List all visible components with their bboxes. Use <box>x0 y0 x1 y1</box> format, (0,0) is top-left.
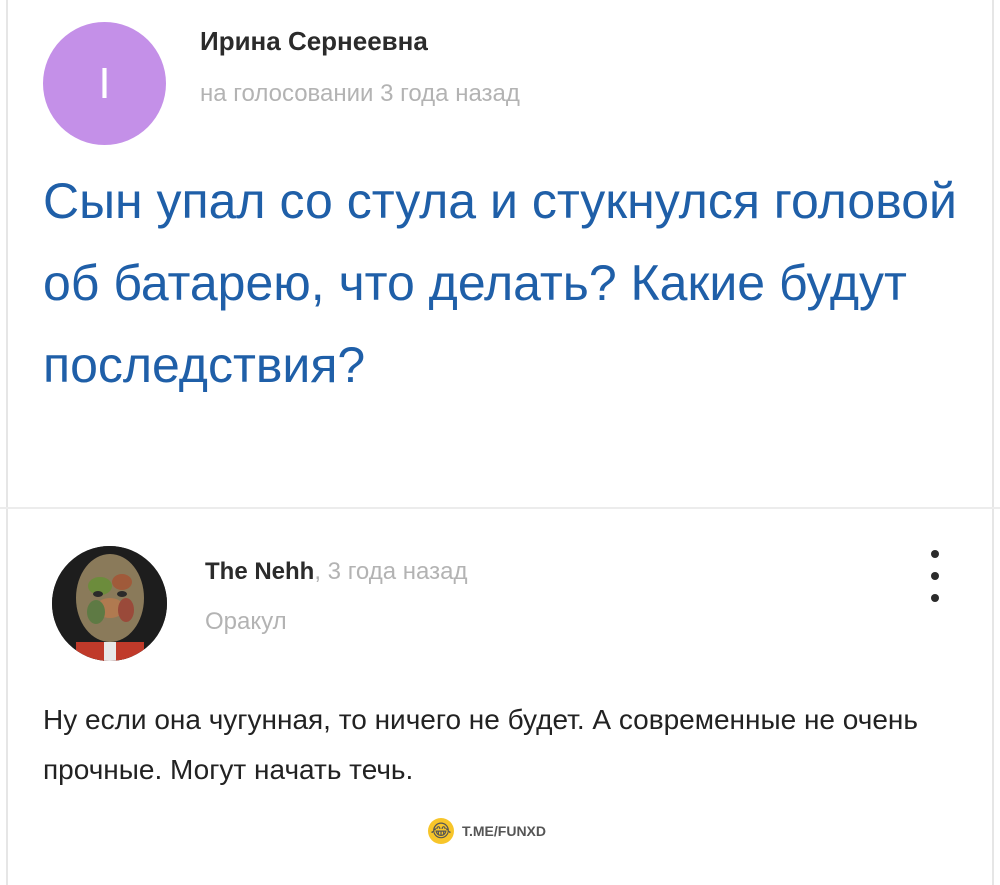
question-title[interactable]: Сын упал со стула и стукнулся головой об… <box>43 160 973 406</box>
answer-time: , 3 года назад <box>314 558 468 585</box>
answer-author-avatar[interactable] <box>52 546 167 661</box>
answer-author-role: Оракул <box>205 608 287 635</box>
laughing-emoji-icon: 😂 <box>428 818 454 844</box>
answer-author-name[interactable]: The Nehh <box>205 558 314 585</box>
watermark: 😂 T.ME/FUNXD <box>428 818 546 844</box>
divider <box>0 507 1000 509</box>
question-card: I Ирина Сернеевна на голосовании 3 года … <box>0 0 1000 505</box>
answer-text: Ну если она чугунная, то ничего не будет… <box>43 704 918 785</box>
question-meta: на голосовании 3 года назад <box>200 80 520 107</box>
avatar-face-image <box>52 546 167 661</box>
watermark-text: T.ME/FUNXD <box>462 823 546 839</box>
avatar-letter: I <box>98 58 111 108</box>
more-vertical-icon[interactable] <box>920 550 950 602</box>
question-author-avatar[interactable]: I <box>43 22 166 145</box>
answer-author-line: The Nehh, 3 года назад <box>205 558 467 586</box>
question-author-name[interactable]: Ирина Сернеевна <box>200 26 428 57</box>
